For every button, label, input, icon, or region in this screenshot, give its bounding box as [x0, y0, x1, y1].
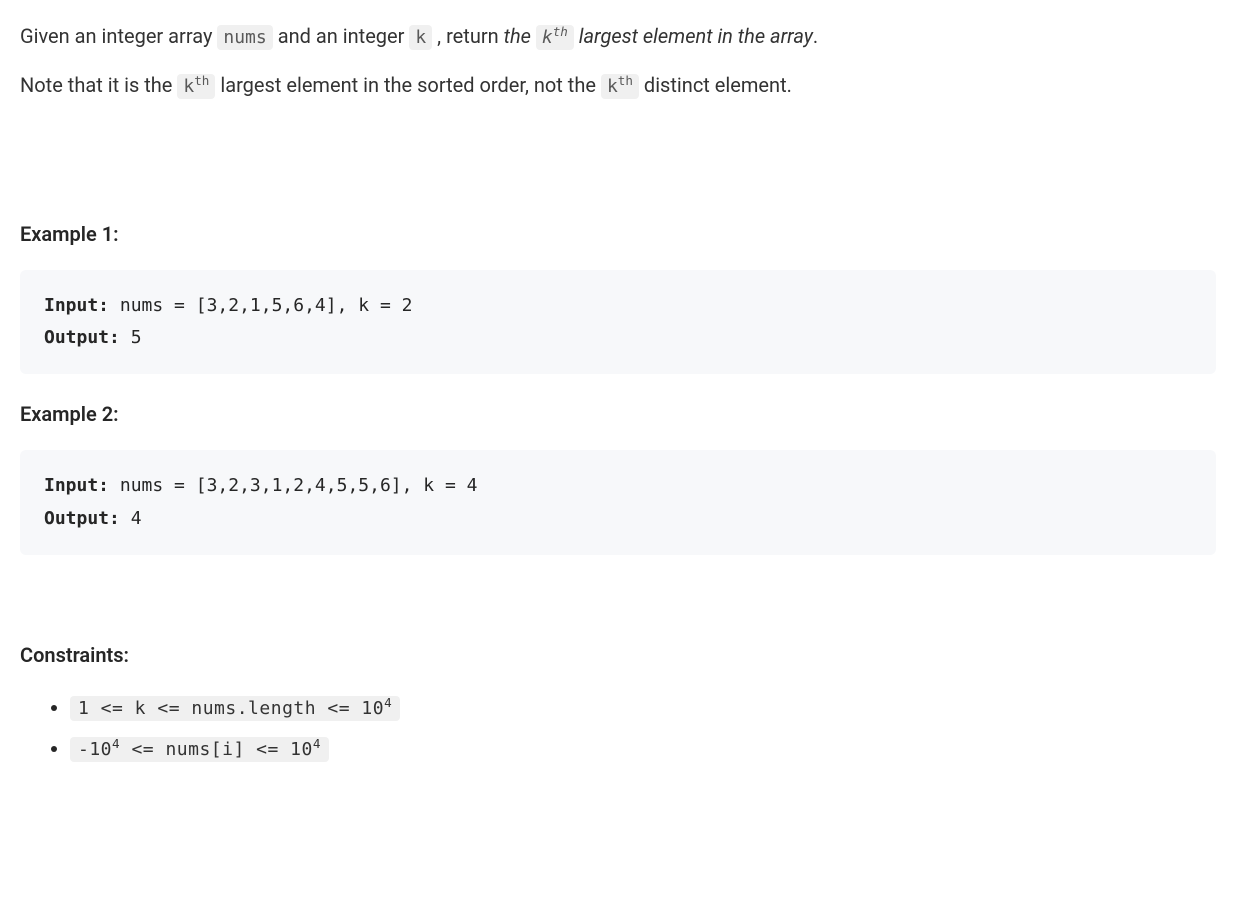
example-1-heading: Example 1: — [20, 218, 1216, 250]
text: distinct element. — [639, 73, 792, 97]
constraint-code: -104 <= nums[i] <= 104 — [70, 737, 329, 762]
code-kth: kth — [177, 74, 215, 99]
code-k: k — [409, 25, 432, 50]
input-label: Input: — [44, 295, 109, 316]
text: , return — [432, 24, 503, 48]
example-2-block: Input: nums = [3,2,3,1,2,4,5,5,6], k = 4… — [20, 450, 1216, 555]
constraint-code: 1 <= k <= nums.length <= 104 — [70, 696, 400, 721]
text: Note that it is the — [20, 73, 177, 97]
output-value: 5 — [120, 327, 142, 348]
code-nums: nums — [217, 25, 272, 50]
constraints-list: 1 <= k <= nums.length <= 104 -104 <= num… — [20, 691, 1216, 765]
text: . — [813, 24, 818, 48]
constraint-item: -104 <= nums[i] <= 104 — [70, 732, 1216, 765]
italic-text: the kth largest element in the array — [504, 24, 813, 48]
text: and an integer — [273, 24, 410, 48]
spacer — [20, 579, 1216, 619]
description-paragraph-2: Note that it is the kth largest element … — [20, 69, 1216, 102]
input-value: nums = [3,2,1,5,6,4], k = 2 — [109, 295, 412, 316]
code-kth: kth — [601, 74, 639, 99]
problem-description: Given an integer array nums and an integ… — [20, 20, 1216, 765]
code-kth: kth — [536, 25, 574, 50]
text: Given an integer array — [20, 24, 217, 48]
constraints-heading: Constraints: — [20, 639, 1216, 671]
output-label: Output: — [44, 327, 120, 348]
output-label: Output: — [44, 508, 120, 529]
input-value: nums = [3,2,3,1,2,4,5,5,6], k = 4 — [109, 475, 477, 496]
spacer — [20, 118, 1216, 198]
output-value: 4 — [120, 508, 142, 529]
example-2-heading: Example 2: — [20, 398, 1216, 430]
constraint-item: 1 <= k <= nums.length <= 104 — [70, 691, 1216, 724]
text: largest element in the sorted order, not… — [215, 73, 601, 97]
description-paragraph-1: Given an integer array nums and an integ… — [20, 20, 1216, 53]
example-1-block: Input: nums = [3,2,1,5,6,4], k = 2 Outpu… — [20, 270, 1216, 375]
input-label: Input: — [44, 475, 109, 496]
